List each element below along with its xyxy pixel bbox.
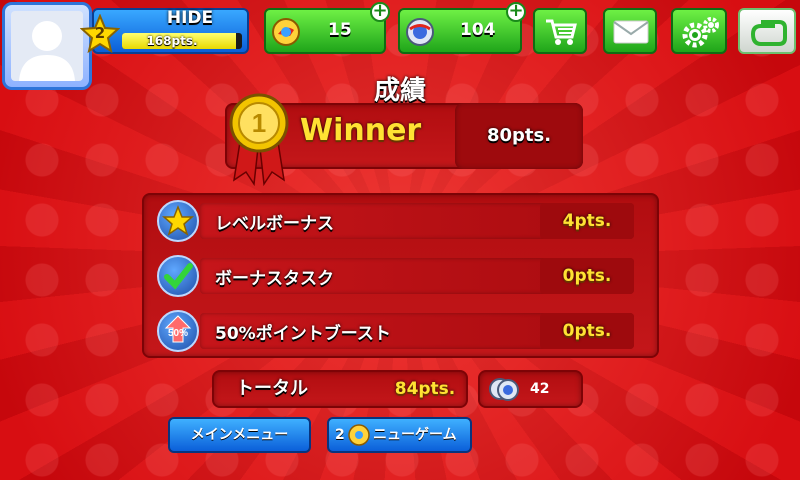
token-reward-value: 42 [530,381,550,397]
level-star-icon: 2 [79,13,121,54]
shop-button[interactable] [533,8,587,54]
star-icon [157,200,199,242]
new-game-label: ニューゲーム [373,427,457,443]
boost-50-icon: 50% [157,310,199,352]
new-game-cost: 2 [335,427,345,443]
settings-gear-icon [682,17,719,48]
settings-button[interactable] [671,8,727,54]
add-tokens-plus-icon[interactable]: + [506,2,526,22]
check-icon [157,255,199,297]
tokens-box[interactable]: 104 [398,8,522,54]
bonus-points: 0pts. [540,258,634,294]
token-icon [406,18,434,46]
boost-icon-text: 50% [168,328,188,339]
gameloft-button[interactable] [738,8,796,54]
avatar-placeholder [11,11,83,81]
gameloft-logo-icon [750,20,787,46]
bonus-label: レベルボーナス [215,214,334,234]
avatar[interactable] [2,2,92,90]
result-points: 80pts. [455,103,583,169]
total-points: 84pts. [394,379,456,399]
bonus-label: ボーナスタスク [215,269,334,289]
coins-value: 15 [328,20,352,40]
silhouette-icon [19,21,75,81]
main-menu-button[interactable]: メインメニュー [168,417,311,453]
gold-medal-icon: 1 [229,93,289,186]
page-title: 成績 [373,76,426,106]
shop-cart-icon [546,19,577,45]
add-coins-plus-icon[interactable]: + [370,2,390,22]
coins-box[interactable]: 15 [264,8,386,54]
player-points: 168pts. [146,34,198,48]
coin-icon [348,424,370,446]
result-label: Winner [300,113,422,148]
mail-icon [613,20,649,44]
new-game-button[interactable]: 2 ニューゲーム [327,417,472,453]
total-label: トータル [236,378,308,399]
level-number: 2 [94,24,106,42]
tokens-value: 104 [460,20,496,40]
bonus-label: 50%ポイントブースト [215,324,391,344]
svg-text:1: 1 [252,108,266,138]
main-menu-label: メインメニュー [190,427,289,443]
player-name: HIDE [166,8,214,28]
coin-icon [272,18,300,46]
bonus-points: 4pts. [540,203,634,239]
mail-button[interactable] [603,8,657,54]
token-reward-icon [489,378,519,401]
bonus-points: 0pts. [540,313,634,349]
